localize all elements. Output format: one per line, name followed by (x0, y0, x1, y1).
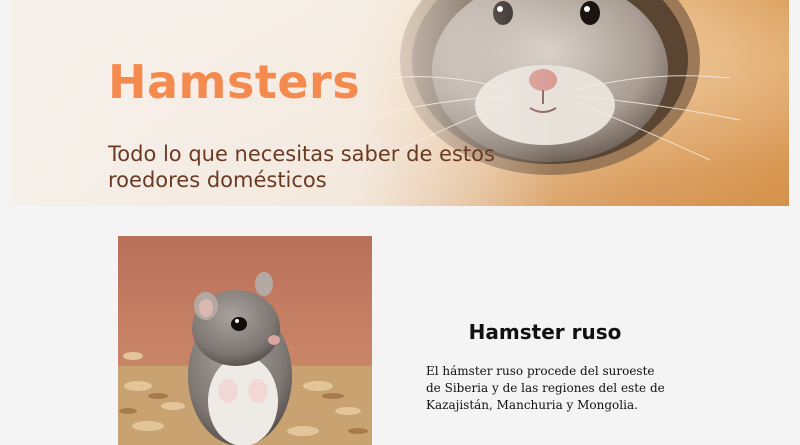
page-title: Hamsters (108, 55, 361, 109)
hero-banner: Hamsters Todo lo que necesitas saber de … (10, 0, 789, 206)
card-photo (118, 236, 372, 445)
card-title: Hamster ruso (468, 320, 622, 344)
card-description: El hámster ruso procede del suroeste de … (426, 364, 665, 412)
russian-hamster-photo (118, 236, 372, 445)
page: Hamsters Todo lo que necesitas saber de … (0, 0, 800, 445)
page-subtitle: Todo lo que necesitas saber de estos roe… (108, 142, 495, 192)
